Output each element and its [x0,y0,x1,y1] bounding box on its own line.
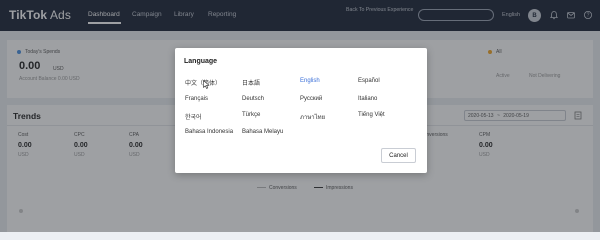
language-option-de[interactable]: Deutsch [242,96,264,102]
language-option-ja[interactable]: 日本語 [242,78,260,87]
language-option-th[interactable]: ภาษาไทย [300,112,325,122]
language-option-fr[interactable]: Français [185,96,208,102]
language-option-tr[interactable]: Türkçe [242,112,260,118]
language-option-ko[interactable]: 한국어 [185,112,202,121]
language-option-en[interactable]: English [300,78,320,84]
dialog-title: Language [184,58,218,65]
cancel-button[interactable]: Cancel [381,148,416,163]
language-dialog: Language 中文（简体） 日本語 English Español Fran… [175,48,427,173]
language-option-vi[interactable]: Tiếng Việt [358,112,385,118]
language-option-es[interactable]: Español [358,78,380,84]
language-option-it[interactable]: Italiano [358,96,377,102]
language-option-ru[interactable]: Русский [300,96,322,102]
language-option-ms[interactable]: Bahasa Melayu [242,129,283,135]
language-option-id[interactable]: Bahasa Indonesia [185,129,233,135]
mouse-cursor-icon [203,80,210,89]
